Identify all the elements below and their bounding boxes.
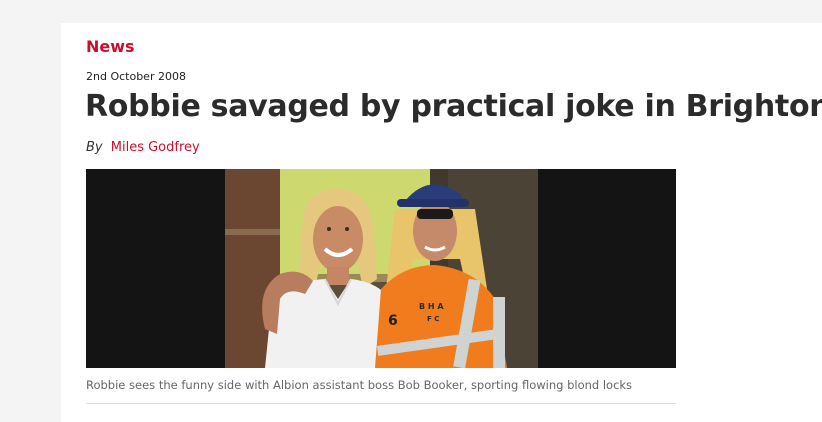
bob-sunglasses [417,209,453,219]
article-date: 2nd October 2008 [86,70,186,83]
robbie-eye-right [345,227,349,231]
byline: By Miles Godfrey [86,140,200,155]
bob-jacket-badge-line1: B H A [419,302,444,311]
bob-cap-brim [397,199,469,207]
caption-divider [86,403,676,404]
article-card: News 2nd October 2008 Robbie savaged by … [61,23,822,422]
article-headline: Robbie savaged by practical joke in Brig… [85,89,822,124]
byline-prefix: By [86,140,103,155]
article-figure: B H A F C 6 [86,169,676,368]
robbie-neck [327,267,349,285]
bob-reflective-band-3 [493,297,505,368]
photo-caption: Robbie sees the funny side with Albion a… [86,378,633,392]
section-link-news[interactable]: News [86,37,135,56]
photo-stone-ledge [225,229,280,235]
robbie-eye-left [327,227,331,231]
robbie-face [313,206,363,272]
author-link[interactable]: Miles Godfrey [111,140,200,155]
bob-jacket-badge-line2: F C [427,315,439,323]
article-photo: B H A F C 6 [225,169,538,368]
bob-jacket-number: 6 [388,313,398,329]
